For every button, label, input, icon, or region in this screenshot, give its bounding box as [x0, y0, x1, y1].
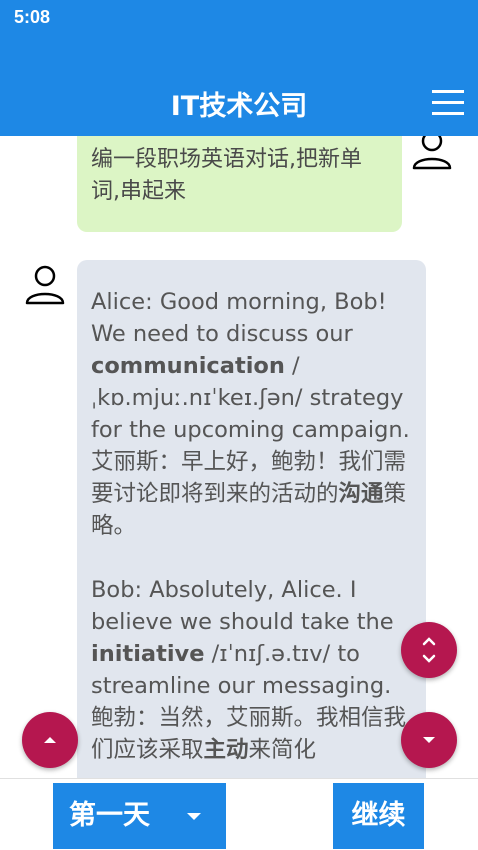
status-time: 5:08 — [14, 7, 51, 27]
hamburger-menu-icon[interactable] — [432, 90, 464, 116]
bob-chinese-line: 鲍勃：当然，艾丽斯。我相信我们应该采取主动来简化 — [91, 705, 407, 763]
dropdown-caret-icon — [187, 813, 201, 820]
caret-up-icon — [44, 737, 56, 743]
expand-scroll-button[interactable] — [401, 622, 457, 678]
unfold-icon — [422, 637, 436, 663]
bot-message-bubble: Alice: Good morning, Bob! We need to dis… — [77, 260, 426, 778]
vocab-word: initiative — [91, 641, 205, 667]
day-selector-button[interactable]: 第一天 — [53, 783, 226, 849]
bottom-bar: 第一天 继续 — [0, 778, 478, 850]
bot-avatar-icon — [24, 263, 66, 307]
page-title: IT技术公司 — [170, 91, 308, 122]
vocab-word-zh: 主动 — [203, 737, 249, 763]
scroll-down-button[interactable] — [401, 712, 457, 768]
scroll-up-button[interactable] — [22, 712, 78, 768]
user-message-text: 编一段职场英语对话,把新单词,串起来 — [91, 147, 362, 204]
vocab-word: communication — [91, 353, 285, 379]
user-avatar-icon — [411, 136, 453, 172]
caret-down-icon — [423, 737, 435, 743]
vocab-word-zh: 沟通 — [338, 481, 384, 507]
chat-area[interactable]: 编一段职场英语对话,把新单词,串起来 Alice: Good morning, … — [0, 136, 478, 778]
alice-english-line: Alice: Good morning, Bob! We need to dis… — [91, 289, 410, 443]
user-message-bubble: 编一段职场英语对话,把新单词,串起来 — [77, 136, 402, 232]
alice-chinese-line: 艾丽斯：早上好，鲍勃！我们需要讨论即将到来的活动的沟通策略。 — [91, 449, 407, 539]
app-header: 5:08 IT技术公司 — [0, 0, 478, 136]
day-selector-label: 第一天 — [69, 800, 150, 831]
continue-button[interactable]: 继续 — [333, 783, 424, 849]
bob-english-line: Bob: Absolutely, Alice. I believe we sho… — [91, 577, 394, 699]
